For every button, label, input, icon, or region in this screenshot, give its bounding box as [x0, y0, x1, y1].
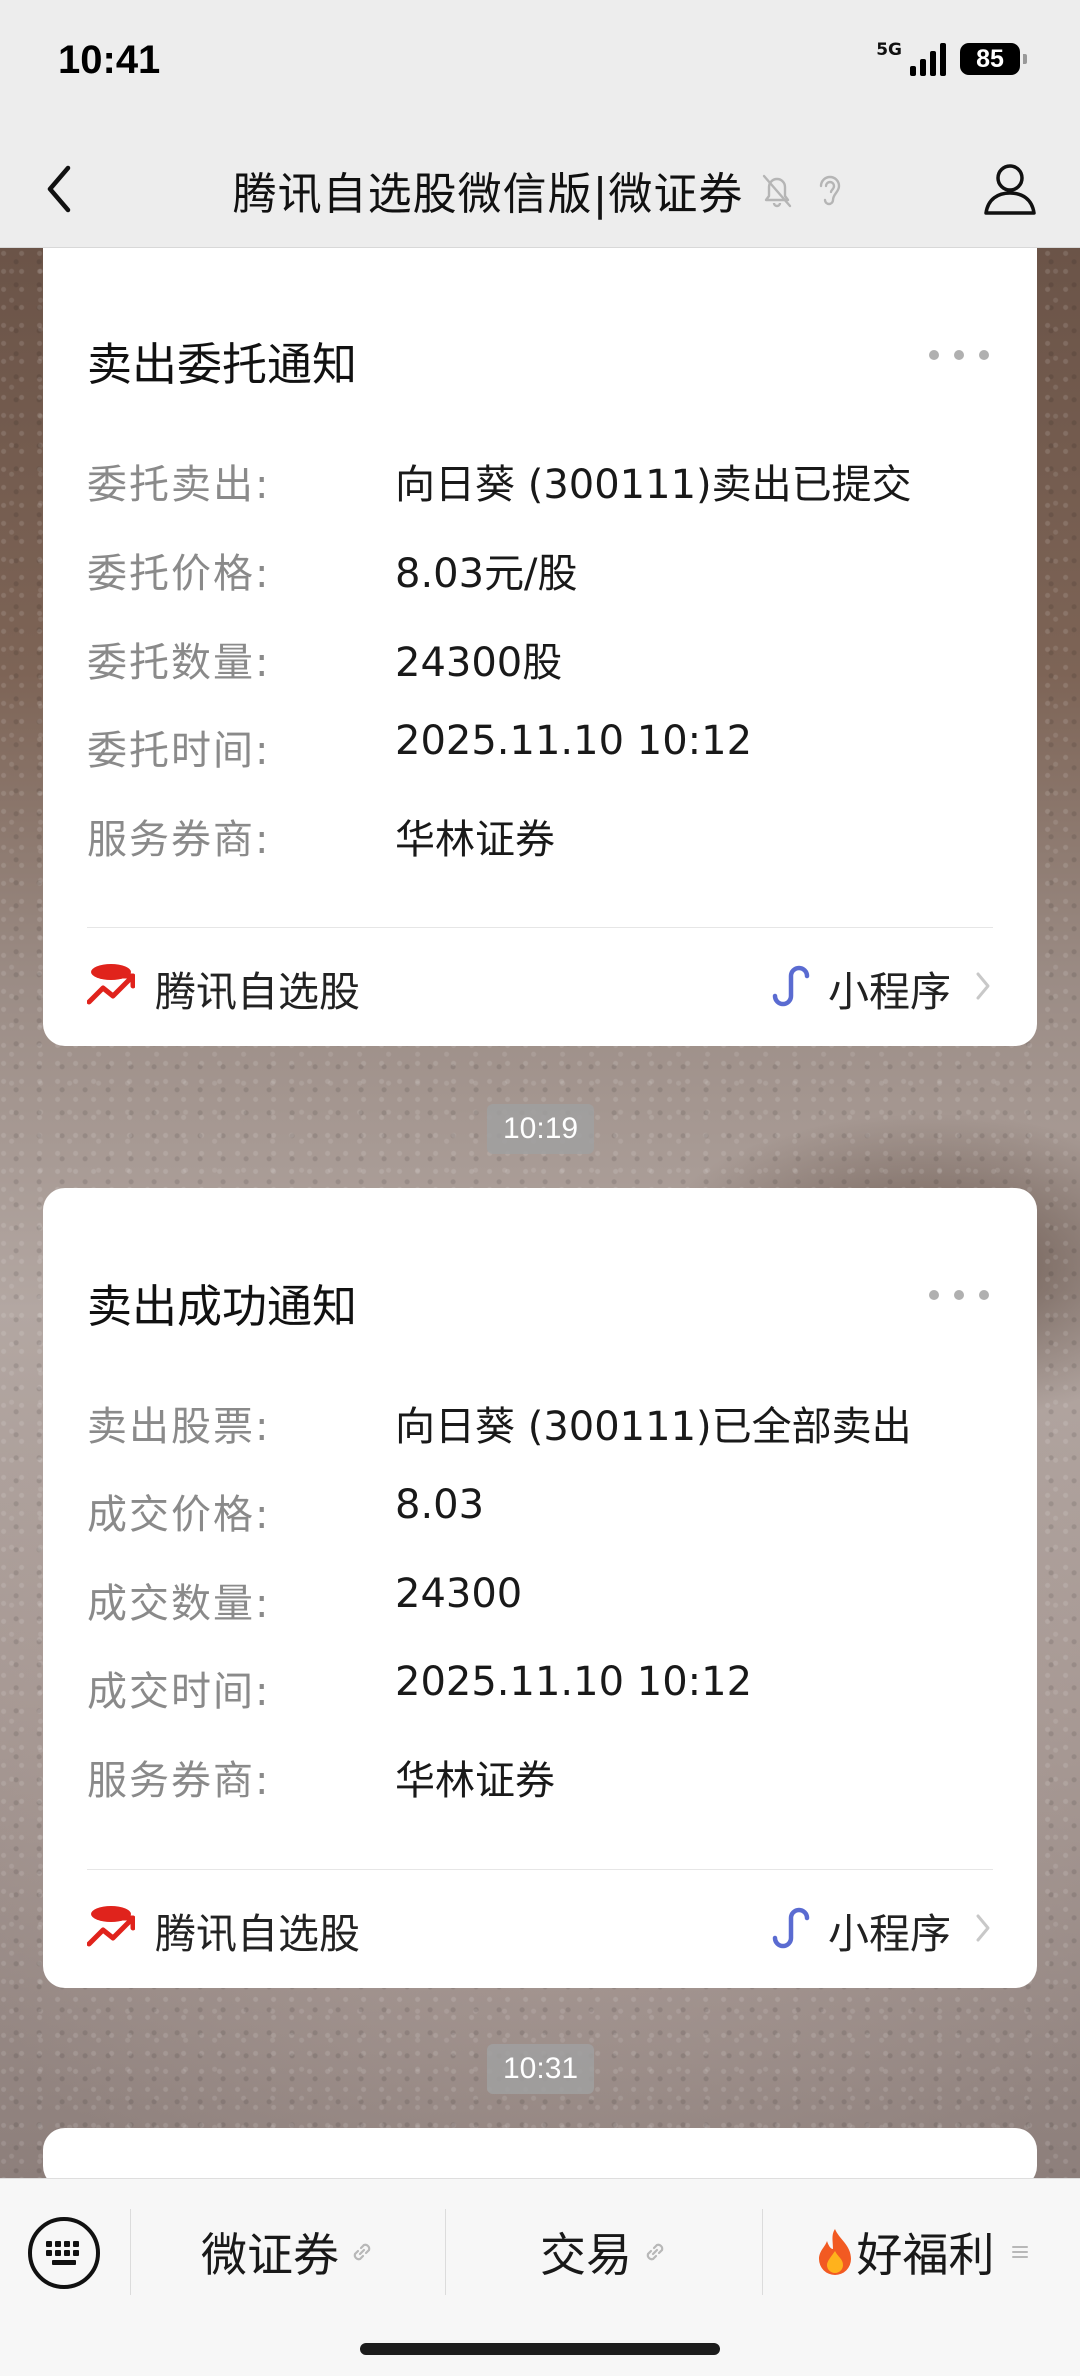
menu-item-wei-zhengquan[interactable]: 微证券 — [131, 2217, 445, 2287]
menu-item-label: 交易 — [540, 2228, 632, 2282]
row-label: 委托数量: — [87, 640, 271, 686]
menu-item-trade[interactable]: 交易 — [446, 2217, 762, 2287]
chevron-right-icon — [976, 1914, 990, 1942]
menu-item-label: 好福利 — [856, 2228, 995, 2282]
mini-program-label: 小程序 — [828, 968, 951, 1016]
detail-row: 成交时间: 2025.11.10 10:12 — [87, 1659, 993, 1719]
menu-item-benefits[interactable]: 好福利 — [763, 2217, 1080, 2287]
row-value: 2025.11.10 10:12 — [395, 718, 753, 764]
row-value: 向日葵 (300111)已全部卖出 — [395, 1404, 912, 1450]
network-label: 5G — [876, 40, 902, 60]
row-label: 委托价格: — [87, 551, 271, 597]
more-options-icon[interactable] — [929, 1280, 989, 1310]
row-label: 委托时间: — [87, 728, 271, 774]
detail-row: 委托价格: 8.03元/股 — [87, 541, 993, 601]
keyboard-icon[interactable] — [26, 2215, 102, 2291]
divider — [87, 927, 993, 928]
chat-title-group: 腾讯自选股微信版|微证券 — [0, 158, 1080, 222]
mini-program-icon — [772, 1907, 810, 1949]
tencent-stock-logo-icon — [87, 964, 135, 1005]
detail-row: 卖出股票: 向日葵 (300111)已全部卖出 — [87, 1394, 993, 1454]
chat-title: 腾讯自选股微信版|微证券 — [232, 169, 744, 220]
row-value: 8.03 — [395, 1482, 485, 1528]
signal-icon — [910, 42, 946, 76]
row-value: 向日葵 (300111)卖出已提交 — [395, 462, 912, 508]
chat-header: 腾讯自选股微信版|微证券 — [0, 130, 1080, 248]
message-timestamp: 10:19 — [487, 1104, 595, 1154]
submenu-list-icon — [1011, 2246, 1028, 2258]
card-title: 卖出委托通知 — [87, 338, 358, 391]
home-indicator — [360, 2343, 720, 2355]
status-time: 10:41 — [58, 38, 161, 82]
profile-icon[interactable] — [980, 158, 1040, 218]
message-timestamp: 10:31 — [487, 2044, 595, 2094]
tencent-stock-logo-icon — [87, 1906, 135, 1947]
battery-icon: 85 — [960, 43, 1027, 75]
row-label: 委托卖出: — [87, 462, 271, 508]
card-footer[interactable]: 腾讯自选股 小程序 — [87, 1890, 993, 1970]
row-label: 成交时间: — [87, 1669, 271, 1715]
brand-name: 腾讯自选股 — [155, 968, 360, 1016]
row-label: 服务券商: — [87, 817, 271, 863]
row-label: 服务券商: — [87, 1758, 271, 1804]
detail-row: 服务券商: 华林证券 — [87, 1748, 993, 1808]
sell-order-card[interactable]: 卖出委托通知 委托卖出: 向日葵 (300111)卖出已提交 委托价格: 8.0… — [43, 248, 1037, 1046]
row-label: 成交数量: — [87, 1581, 271, 1627]
row-value: 2025.11.10 10:12 — [395, 1659, 753, 1705]
status-bar: 10:41 5G 85 — [0, 0, 1080, 130]
detail-row: 委托卖出: 向日葵 (300111)卖出已提交 — [87, 452, 993, 512]
divider — [87, 1869, 993, 1870]
row-label: 成交价格: — [87, 1492, 271, 1538]
sell-success-card[interactable]: 卖出成功通知 卖出股票: 向日葵 (300111)已全部卖出 成交价格: 8.0… — [43, 1188, 1037, 1988]
mute-bell-icon — [763, 174, 792, 208]
fire-icon — [818, 2229, 851, 2275]
detail-row: 服务券商: 华林证券 — [87, 807, 993, 867]
link-icon — [646, 2243, 664, 2261]
detail-row: 委托数量: 24300股 — [87, 630, 993, 690]
row-value: 华林证券 — [395, 817, 555, 863]
more-options-icon[interactable] — [929, 340, 989, 370]
link-icon — [353, 2243, 371, 2261]
detail-row: 委托时间: 2025.11.10 10:12 — [87, 718, 993, 778]
detail-row: 成交价格: 8.03 — [87, 1482, 993, 1542]
row-value: 24300 — [395, 1571, 523, 1617]
menu-item-label: 微证券 — [201, 2228, 339, 2282]
brand-name: 腾讯自选股 — [155, 1910, 360, 1958]
row-label: 卖出股票: — [87, 1404, 271, 1450]
detail-row: 成交数量: 24300 — [87, 1571, 993, 1631]
ear-icon — [820, 175, 841, 206]
row-value: 24300股 — [395, 640, 563, 686]
card-footer[interactable]: 腾讯自选股 小程序 — [87, 948, 993, 1028]
mini-program-icon — [772, 965, 810, 1007]
mini-program-label: 小程序 — [828, 1910, 951, 1958]
status-indicators: 5G 85 — [876, 40, 1027, 76]
row-value: 华林证券 — [395, 1758, 555, 1804]
card-title: 卖出成功通知 — [87, 1280, 358, 1333]
chevron-right-icon — [976, 972, 990, 1000]
row-value: 8.03元/股 — [395, 551, 578, 597]
